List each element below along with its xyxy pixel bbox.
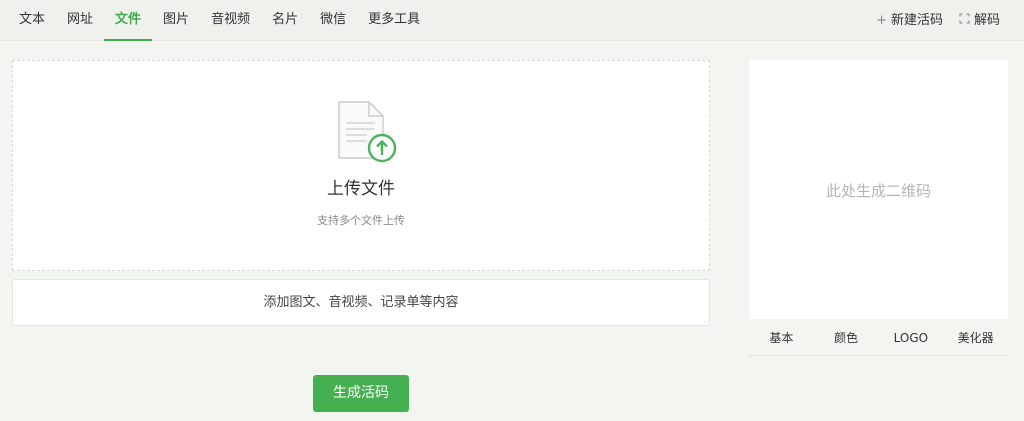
upload-subtitle: 支持多个文件上传 [317,214,405,227]
file-upload-area[interactable]: 上传文件 支持多个文件上传 [12,60,710,271]
new-live-code-label: 新建活码 [890,12,943,28]
file-upload-icon [337,101,397,163]
nav-tabs: 文本 网址 文件 图片 音视频 名片 微信 更多工具 [8,0,431,41]
tab-audio-video[interactable]: 音视频 [200,0,261,41]
style-tab-logo[interactable]: LOGO [879,320,944,355]
decode-label: 解码 [973,12,1000,28]
tab-text[interactable]: 文本 [8,0,56,41]
tab-wechat[interactable]: 微信 [309,0,357,41]
scan-icon [959,1,970,41]
header-actions: + 新建活码 解码 [876,0,1000,41]
style-tab-basic[interactable]: 基本 [749,320,814,355]
generate-live-code-button[interactable]: 生成活码 [313,375,409,412]
add-content-button[interactable]: 添加图文、音视频、记录单等内容 [12,279,710,326]
plus-icon: + [876,12,887,28]
top-navigation-bar: 文本 网址 文件 图片 音视频 名片 微信 更多工具 + 新建活码 解码 [0,0,1024,41]
tab-more-tools[interactable]: 更多工具 [357,0,431,41]
style-tab-color[interactable]: 颜色 [814,320,879,355]
tab-url[interactable]: 网址 [56,0,104,41]
style-tab-beautifier[interactable]: 美化器 [943,320,1008,355]
upload-title: 上传文件 [327,179,395,199]
new-live-code-button[interactable]: + 新建活码 [876,0,943,41]
qr-preview-panel: 此处生成二维码 [749,60,1008,319]
tab-file[interactable]: 文件 [104,0,153,41]
qr-placeholder-text: 此处生成二维码 [825,182,931,200]
qr-style-tabs: 基本 颜色 LOGO 美化器 [749,320,1008,356]
tab-image[interactable]: 图片 [152,0,200,41]
decode-button[interactable]: 解码 [959,0,1000,41]
tab-business-card[interactable]: 名片 [261,0,309,41]
